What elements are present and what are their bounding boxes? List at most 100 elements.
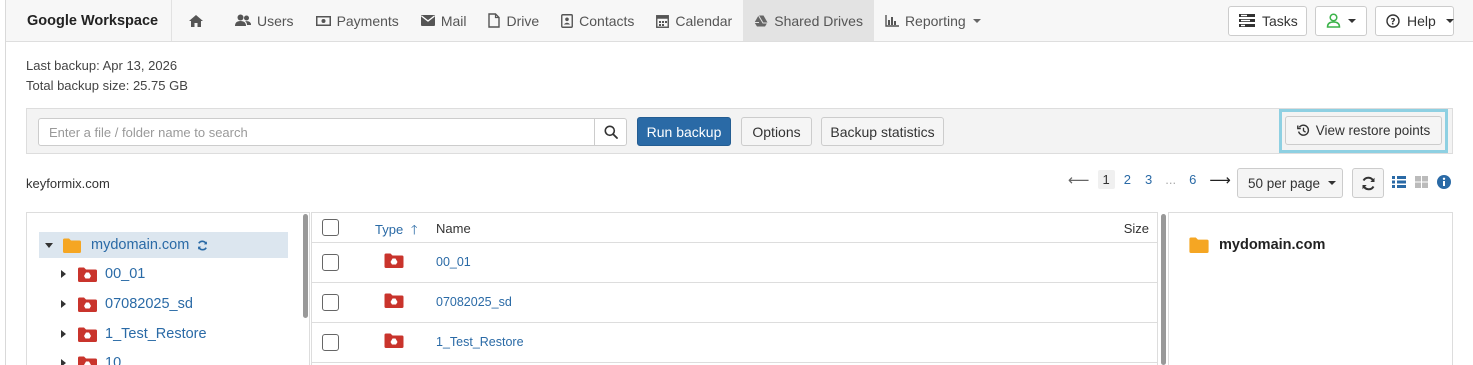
pagination-ellipsis: ... xyxy=(1165,172,1177,187)
search-button[interactable] xyxy=(594,118,627,146)
page-2[interactable]: 2 xyxy=(1119,170,1136,189)
sort-up-arrow-icon: 🡑 xyxy=(410,222,418,237)
top-navbar: Google Workspace Users Payments Mail Dri… xyxy=(6,0,1473,42)
backup-toolbar: Run backup Options Backup statistics Vie… xyxy=(26,108,1453,154)
nav-mail[interactable]: Mail xyxy=(410,0,478,41)
tree-scrollbar[interactable] xyxy=(303,214,308,318)
user-icon xyxy=(1326,13,1341,28)
folder-tree-panel: mydomain.com 00_01 07082025_sd 1_Test_Re… xyxy=(26,212,310,365)
tree-node[interactable]: 00_01 xyxy=(61,266,145,282)
tree-root-node[interactable]: mydomain.com xyxy=(39,232,288,258)
bar-chart-icon xyxy=(885,14,899,27)
view-restore-points-label: View restore points xyxy=(1315,123,1431,138)
grid-scrollbar[interactable] xyxy=(1161,214,1166,365)
refresh-button[interactable] xyxy=(1352,168,1384,198)
shared-drive-folder-icon xyxy=(78,297,97,312)
nav-users-label: Users xyxy=(257,12,294,29)
table-row[interactable]: 00_01 xyxy=(312,243,1157,283)
nav-reporting-label: Reporting xyxy=(904,12,966,29)
page-3[interactable]: 3 xyxy=(1140,170,1157,189)
backup-statistics-button[interactable]: Backup statistics xyxy=(821,117,944,146)
options-button[interactable]: Options xyxy=(741,117,812,146)
help-label: Help xyxy=(1407,12,1436,29)
help-button[interactable]: ? Help xyxy=(1375,5,1454,36)
prev-page-arrow-icon[interactable]: ⟵ xyxy=(1064,171,1094,189)
per-page-select[interactable]: 50 per page xyxy=(1237,168,1343,198)
shared-drive-folder-icon xyxy=(78,356,97,365)
nav-mail-label: Mail xyxy=(440,12,467,29)
details-title-label: mydomain.com xyxy=(1219,237,1326,253)
restore-highlight: View restore points xyxy=(1279,109,1448,153)
tree-node-label: 10 xyxy=(105,355,122,365)
info-icon[interactable] xyxy=(1437,175,1451,189)
tree-node[interactable]: 10 xyxy=(61,355,121,365)
tree-node[interactable]: 1_Test_Restore xyxy=(61,326,207,342)
nav-reporting[interactable]: Reporting xyxy=(874,0,992,41)
select-all-checkbox[interactable] xyxy=(322,219,339,236)
expand-arrow-icon[interactable] xyxy=(61,300,66,308)
refresh-icon xyxy=(1361,176,1376,191)
next-page-arrow-icon[interactable]: ⟶ xyxy=(1205,171,1235,189)
nav-users[interactable]: Users xyxy=(224,0,305,41)
nav-payments[interactable]: Payments xyxy=(305,0,410,41)
domain-label: keyformix.com xyxy=(26,176,110,191)
search-input[interactable] xyxy=(38,118,595,146)
navbar-right-group: Tasks ? Help xyxy=(1228,0,1473,41)
nav-home[interactable] xyxy=(172,0,224,41)
tasks-label: Tasks xyxy=(1262,12,1298,29)
svg-text:?: ? xyxy=(1390,17,1395,27)
search-icon xyxy=(604,125,618,139)
nav-shared-drives-label: Shared Drives xyxy=(774,12,863,29)
page-last[interactable]: 6 xyxy=(1184,170,1201,189)
row-checkbox[interactable] xyxy=(322,334,339,351)
chevron-down-icon xyxy=(1348,18,1356,23)
home-icon xyxy=(188,14,204,28)
list-view-icon[interactable] xyxy=(1392,176,1406,188)
nav-drive[interactable]: Drive xyxy=(477,0,550,41)
tree-node[interactable]: 07082025_sd xyxy=(61,296,193,312)
page-1[interactable]: 1 xyxy=(1097,170,1115,189)
shared-drive-folder-icon xyxy=(384,293,404,311)
chevron-down-icon xyxy=(972,18,981,23)
shared-drive-folder-icon xyxy=(384,253,404,271)
nav-payments-label: Payments xyxy=(336,12,399,29)
type-header-label: Type xyxy=(375,222,404,237)
view-restore-points-button[interactable]: View restore points xyxy=(1285,116,1442,145)
google-drive-icon xyxy=(754,14,768,27)
payments-icon xyxy=(315,15,331,27)
details-title: mydomain.com xyxy=(1189,237,1325,253)
expand-arrow-icon[interactable] xyxy=(61,330,66,338)
pagination: ⟵ 1 2 3 ... 6 ⟶ xyxy=(1064,170,1235,189)
table-row[interactable]: 07082025_sd xyxy=(312,283,1157,323)
per-page-label: 50 per page xyxy=(1248,175,1321,191)
table-row[interactable]: 1_Test_Restore xyxy=(312,323,1157,363)
run-backup-button[interactable]: Run backup xyxy=(637,117,731,146)
size-column-header[interactable]: Size xyxy=(1124,221,1149,236)
row-checkbox[interactable] xyxy=(322,294,339,311)
file-icon xyxy=(488,13,501,28)
nav-drive-label: Drive xyxy=(506,12,540,29)
expand-arrow-icon[interactable] xyxy=(61,359,66,365)
row-name-link[interactable]: 1_Test_Restore xyxy=(436,335,524,349)
nav-calendar[interactable]: Calendar xyxy=(645,0,743,41)
tasks-button[interactable]: Tasks xyxy=(1228,5,1307,36)
type-column-header[interactable]: Type 🡑 xyxy=(375,221,418,243)
tree-node-label: 00_01 xyxy=(105,266,146,282)
view-mode-toggles xyxy=(1392,175,1451,189)
folder-icon xyxy=(63,238,81,253)
expand-arrow-icon[interactable] xyxy=(61,270,66,278)
tree-node-label: 07082025_sd xyxy=(105,296,193,312)
nav-contacts[interactable]: Contacts xyxy=(550,0,645,41)
expand-arrow-icon[interactable] xyxy=(45,242,53,248)
history-icon xyxy=(1296,124,1310,137)
nav-shared-drives[interactable]: Shared Drives xyxy=(743,0,874,41)
row-name-link[interactable]: 00_01 xyxy=(436,255,471,269)
row-name-link[interactable]: 07082025_sd xyxy=(436,295,512,309)
grid-view-icon[interactable] xyxy=(1415,176,1428,188)
chevron-down-icon xyxy=(1328,181,1337,185)
refresh-icon[interactable] xyxy=(197,239,208,251)
name-column-header[interactable]: Name xyxy=(436,221,471,236)
user-menu-button[interactable] xyxy=(1315,5,1367,36)
row-checkbox[interactable] xyxy=(322,254,339,271)
nav-contacts-label: Contacts xyxy=(579,12,635,29)
